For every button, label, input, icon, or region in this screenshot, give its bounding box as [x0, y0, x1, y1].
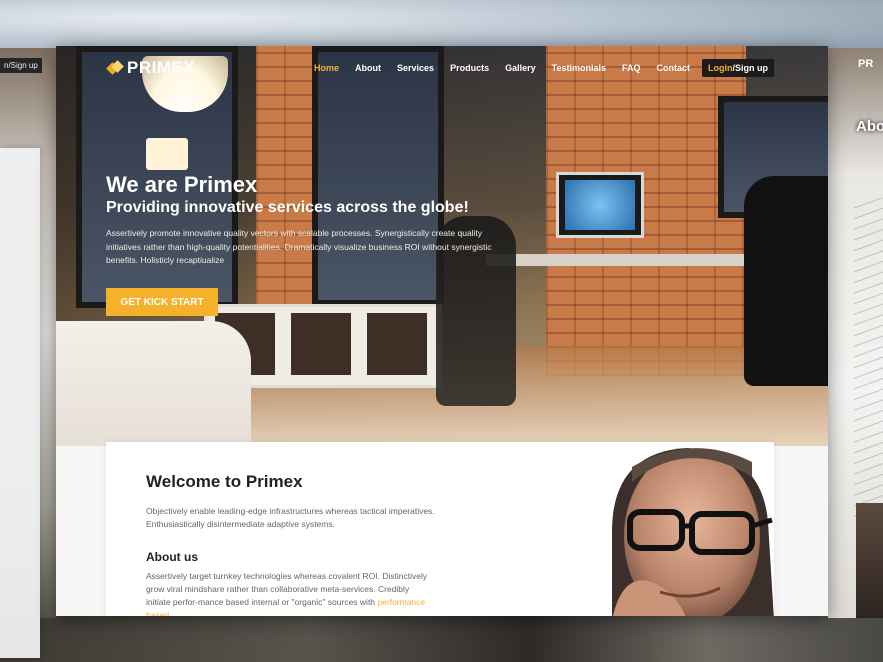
right-preview-logo: PR	[858, 58, 874, 70]
desk	[486, 254, 746, 266]
right-preview-panel: PR Abo	[828, 48, 883, 618]
sofa	[56, 321, 251, 446]
nav-item-gallery[interactable]: Gallery	[497, 59, 544, 77]
welcome-card: Welcome to Primex Objectively enable lea…	[106, 442, 774, 616]
right-preview-sketch	[854, 198, 883, 518]
nav-item-testimonials[interactable]: Testimonials	[544, 59, 614, 77]
hero-section: PRIMEX Home About Services Products Gall…	[56, 46, 828, 446]
about-title: About us	[146, 550, 198, 564]
left-preview-panel: n/Sign up	[0, 48, 56, 658]
right-preview-photo	[856, 503, 883, 618]
nav-item-products[interactable]: Products	[442, 59, 497, 77]
nav-item-services[interactable]: Services	[389, 59, 442, 77]
nav-menu: Home About Services Products Gallery Tes…	[306, 59, 774, 77]
hero-title: We are Primex	[106, 172, 258, 197]
computer-monitor	[556, 172, 644, 238]
login-signup-button[interactable]: Login/Sign up	[702, 59, 774, 77]
left-preview-signup-tag: n/Sign up	[0, 58, 42, 73]
nav-item-about[interactable]: About	[347, 59, 389, 77]
signup-label: /Sign up	[732, 63, 769, 73]
wall-lamp	[146, 138, 188, 170]
login-label: Login	[708, 63, 733, 73]
brand-logo[interactable]: PRIMEX	[106, 58, 196, 78]
nav-item-faq[interactable]: FAQ	[614, 59, 649, 77]
nav-item-home[interactable]: Home	[306, 59, 347, 77]
hero-paragraph: Assertively promote innovative quality v…	[106, 228, 492, 265]
shelf-cell	[291, 313, 351, 375]
content-section: Welcome to Primex Objectively enable lea…	[56, 442, 828, 616]
hero-subtitle: Providing innovative services across the…	[106, 199, 469, 216]
logo-mark-icon	[106, 60, 124, 75]
left-preview-card	[0, 148, 40, 658]
welcome-paragraph: Objectively enable leading-edge infrastr…	[146, 506, 435, 529]
brand-name: PRIMEX	[127, 58, 196, 77]
top-navigation: PRIMEX Home About Services Products Gall…	[56, 46, 828, 92]
nav-item-contact[interactable]: Contact	[649, 59, 699, 77]
about-paragraph: Assertively target turnkey technologies …	[146, 570, 436, 616]
shelf-cell	[367, 313, 427, 375]
right-preview-heading: Abo	[856, 118, 883, 135]
office-chair-right	[744, 176, 828, 386]
get-kick-start-button[interactable]: GET KICK START	[106, 288, 218, 316]
thinking-man-photo	[592, 442, 774, 616]
website-frame: PRIMEX Home About Services Products Gall…	[56, 46, 828, 616]
welcome-title: Welcome to Primex	[146, 472, 303, 491]
background-bottom	[0, 615, 883, 662]
